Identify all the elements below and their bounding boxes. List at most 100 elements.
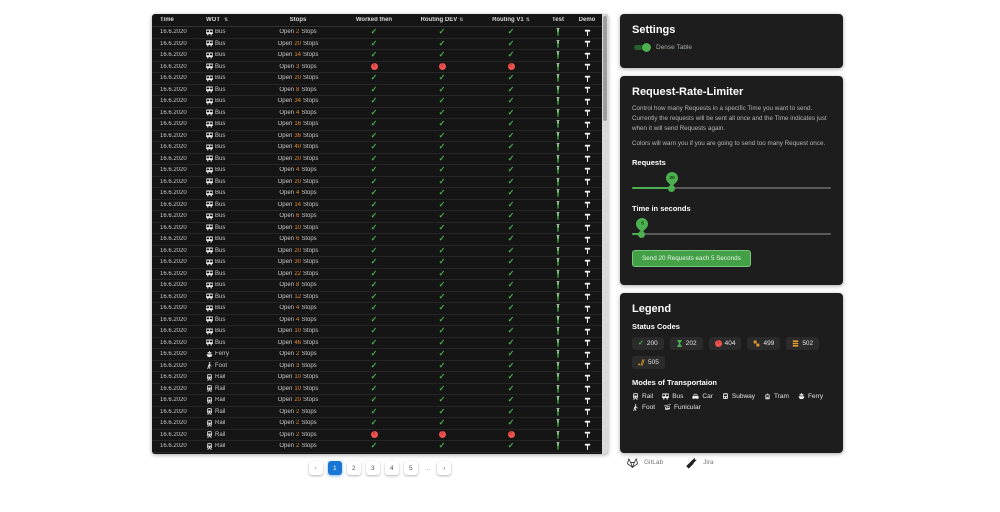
test-vial-icon[interactable] xyxy=(554,166,562,174)
hammer-icon[interactable] xyxy=(584,282,591,289)
slider-track[interactable] xyxy=(632,233,831,235)
hammer-icon[interactable] xyxy=(584,362,591,369)
hammer-icon[interactable] xyxy=(584,339,591,346)
hammer-icon[interactable] xyxy=(584,201,591,208)
hammer-icon[interactable] xyxy=(584,144,591,151)
test-vial-icon[interactable] xyxy=(554,63,562,71)
test-vial-icon[interactable] xyxy=(554,86,562,94)
table-row[interactable]: 16.6.2020BusOpen6Stops✓✓✓ xyxy=(152,211,602,223)
hammer-icon[interactable] xyxy=(584,29,591,36)
test-vial-icon[interactable] xyxy=(554,419,562,427)
table-row[interactable]: 16.6.2020BusOpen34Stops✓✓✓ xyxy=(152,96,602,108)
hammer-icon[interactable] xyxy=(584,351,591,358)
table-row[interactable]: 16.6.2020BusOpen8Stops✓✓✓ xyxy=(152,85,602,97)
hammer-icon[interactable] xyxy=(584,397,591,404)
hammer-icon[interactable] xyxy=(584,374,591,381)
test-vial-icon[interactable] xyxy=(554,189,562,197)
hammer-icon[interactable] xyxy=(584,305,591,312)
table-row[interactable]: 16.6.2020BusOpen3Stops!!! xyxy=(152,62,602,74)
hammer-icon[interactable] xyxy=(584,236,591,243)
hammer-icon[interactable] xyxy=(584,247,591,254)
table-row[interactable]: 16.6.2020BusOpen4Stops✓✓✓ xyxy=(152,188,602,200)
test-vial-icon[interactable] xyxy=(554,258,562,266)
test-vial-icon[interactable] xyxy=(554,51,562,59)
table-row[interactable]: 16.6.2020BusOpen30Stops✓✓✓ xyxy=(152,257,602,269)
table-row[interactable]: 16.6.2020RailOpen10Stops✓✓✓ xyxy=(152,372,602,384)
table-row[interactable]: 16.6.2020BusOpen20Stops✓✓✓ xyxy=(152,73,602,85)
test-vial-icon[interactable] xyxy=(554,224,562,232)
hammer-icon[interactable] xyxy=(584,40,591,47)
sort-icon[interactable]: ⇅ xyxy=(459,17,463,23)
table-row[interactable]: 16.6.2020BusOpen14Stops✓✓✓ xyxy=(152,50,602,62)
hammer-icon[interactable] xyxy=(584,63,591,70)
table-row[interactable]: 16.6.2020BusOpen4Stops✓✓✓ xyxy=(152,108,602,120)
hammer-icon[interactable] xyxy=(584,270,591,277)
table-row[interactable]: 16.6.2020RailOpen2Stops!!! xyxy=(152,430,602,442)
table-scrollbar[interactable] xyxy=(602,14,608,454)
test-vial-icon[interactable] xyxy=(554,155,562,163)
hammer-icon[interactable] xyxy=(584,316,591,323)
table-row[interactable]: 16.6.2020RailOpen2Stops✓✓✓ xyxy=(152,441,602,453)
column-header-routing-v1[interactable]: Routing V1⇅ xyxy=(478,17,544,23)
requests-slider[interactable]: 20 xyxy=(632,169,831,195)
table-row[interactable]: 16.6.2020BusOpen4Stops✓✓✓ xyxy=(152,315,602,327)
test-vial-icon[interactable] xyxy=(554,385,562,393)
column-header-routing-dev[interactable]: Routing DEV⇅ xyxy=(406,17,478,23)
hammer-icon[interactable] xyxy=(584,431,591,438)
sort-icon[interactable]: ⇅ xyxy=(224,17,228,23)
table-row[interactable]: 16.6.2020BusOpen20Stops✓✓✓ xyxy=(152,154,602,166)
table-row[interactable]: 16.6.2020BusOpen10Stops✓✓✓ xyxy=(152,326,602,338)
table-row[interactable]: 16.6.2020BusOpen46Stops✓✓✓ xyxy=(152,338,602,350)
table-row[interactable]: 16.6.2020RailOpen20Stops✓✓✓ xyxy=(152,395,602,407)
time-slider[interactable]: 5 xyxy=(632,215,831,241)
hammer-icon[interactable] xyxy=(584,259,591,266)
hammer-icon[interactable] xyxy=(584,75,591,82)
test-vial-icon[interactable] xyxy=(554,373,562,381)
test-vial-icon[interactable] xyxy=(554,350,562,358)
gitlab-link[interactable]: GitLab xyxy=(626,456,663,469)
table-row[interactable]: 16.6.2020RailOpen10Stops✓✓✓ xyxy=(152,384,602,396)
page-button-3[interactable]: 3 xyxy=(366,461,380,475)
next-page-button[interactable]: › xyxy=(437,461,451,475)
hammer-icon[interactable] xyxy=(584,213,591,220)
page-button-1[interactable]: 1 xyxy=(328,461,342,475)
test-vial-icon[interactable] xyxy=(554,431,562,439)
hammer-icon[interactable] xyxy=(584,132,591,139)
test-vial-icon[interactable] xyxy=(554,235,562,243)
test-vial-icon[interactable] xyxy=(554,109,562,117)
test-vial-icon[interactable] xyxy=(554,327,562,335)
page-button-2[interactable]: 2 xyxy=(347,461,361,475)
page-button-4[interactable]: 4 xyxy=(385,461,399,475)
test-vial-icon[interactable] xyxy=(554,247,562,255)
table-row[interactable]: 16.6.2020RailOpen2Stops✓✓✓ xyxy=(152,418,602,430)
table-row[interactable]: 16.6.2020BusOpen36Stops✓✓✓ xyxy=(152,131,602,143)
test-vial-icon[interactable] xyxy=(554,316,562,324)
test-vial-icon[interactable] xyxy=(554,362,562,370)
table-row[interactable]: 16.6.2020RailOpen2Stops✓✓✓ xyxy=(152,407,602,419)
hammer-icon[interactable] xyxy=(584,98,591,105)
page-button-5[interactable]: 5 xyxy=(404,461,418,475)
table-row[interactable]: 16.6.2020BusOpen16Stops✓✓✓ xyxy=(152,119,602,131)
hammer-icon[interactable] xyxy=(584,443,591,450)
hammer-icon[interactable] xyxy=(584,293,591,300)
test-vial-icon[interactable] xyxy=(554,442,562,450)
test-vial-icon[interactable] xyxy=(554,293,562,301)
hammer-icon[interactable] xyxy=(584,385,591,392)
time-slider-thumb[interactable]: 5 xyxy=(638,231,645,238)
test-vial-icon[interactable] xyxy=(554,178,562,186)
hammer-icon[interactable] xyxy=(584,86,591,93)
test-vial-icon[interactable] xyxy=(554,212,562,220)
table-scrollbar-thumb[interactable] xyxy=(603,16,607,121)
hammer-icon[interactable] xyxy=(584,178,591,185)
column-header-wot[interactable]: WOT⇅ xyxy=(200,17,254,23)
hammer-icon[interactable] xyxy=(584,167,591,174)
table-row[interactable]: 16.6.2020BusOpen2Stops✓✓✓ xyxy=(152,27,602,39)
dense-table-toggle[interactable] xyxy=(632,43,651,52)
hammer-icon[interactable] xyxy=(584,420,591,427)
prev-page-button[interactable]: ‹ xyxy=(309,461,323,475)
sort-icon[interactable]: ⇅ xyxy=(526,17,530,23)
test-vial-icon[interactable] xyxy=(554,201,562,209)
test-vial-icon[interactable] xyxy=(554,408,562,416)
table-row[interactable]: 16.6.2020BusOpen20Stops✓✓✓ xyxy=(152,246,602,258)
hammer-icon[interactable] xyxy=(584,190,591,197)
